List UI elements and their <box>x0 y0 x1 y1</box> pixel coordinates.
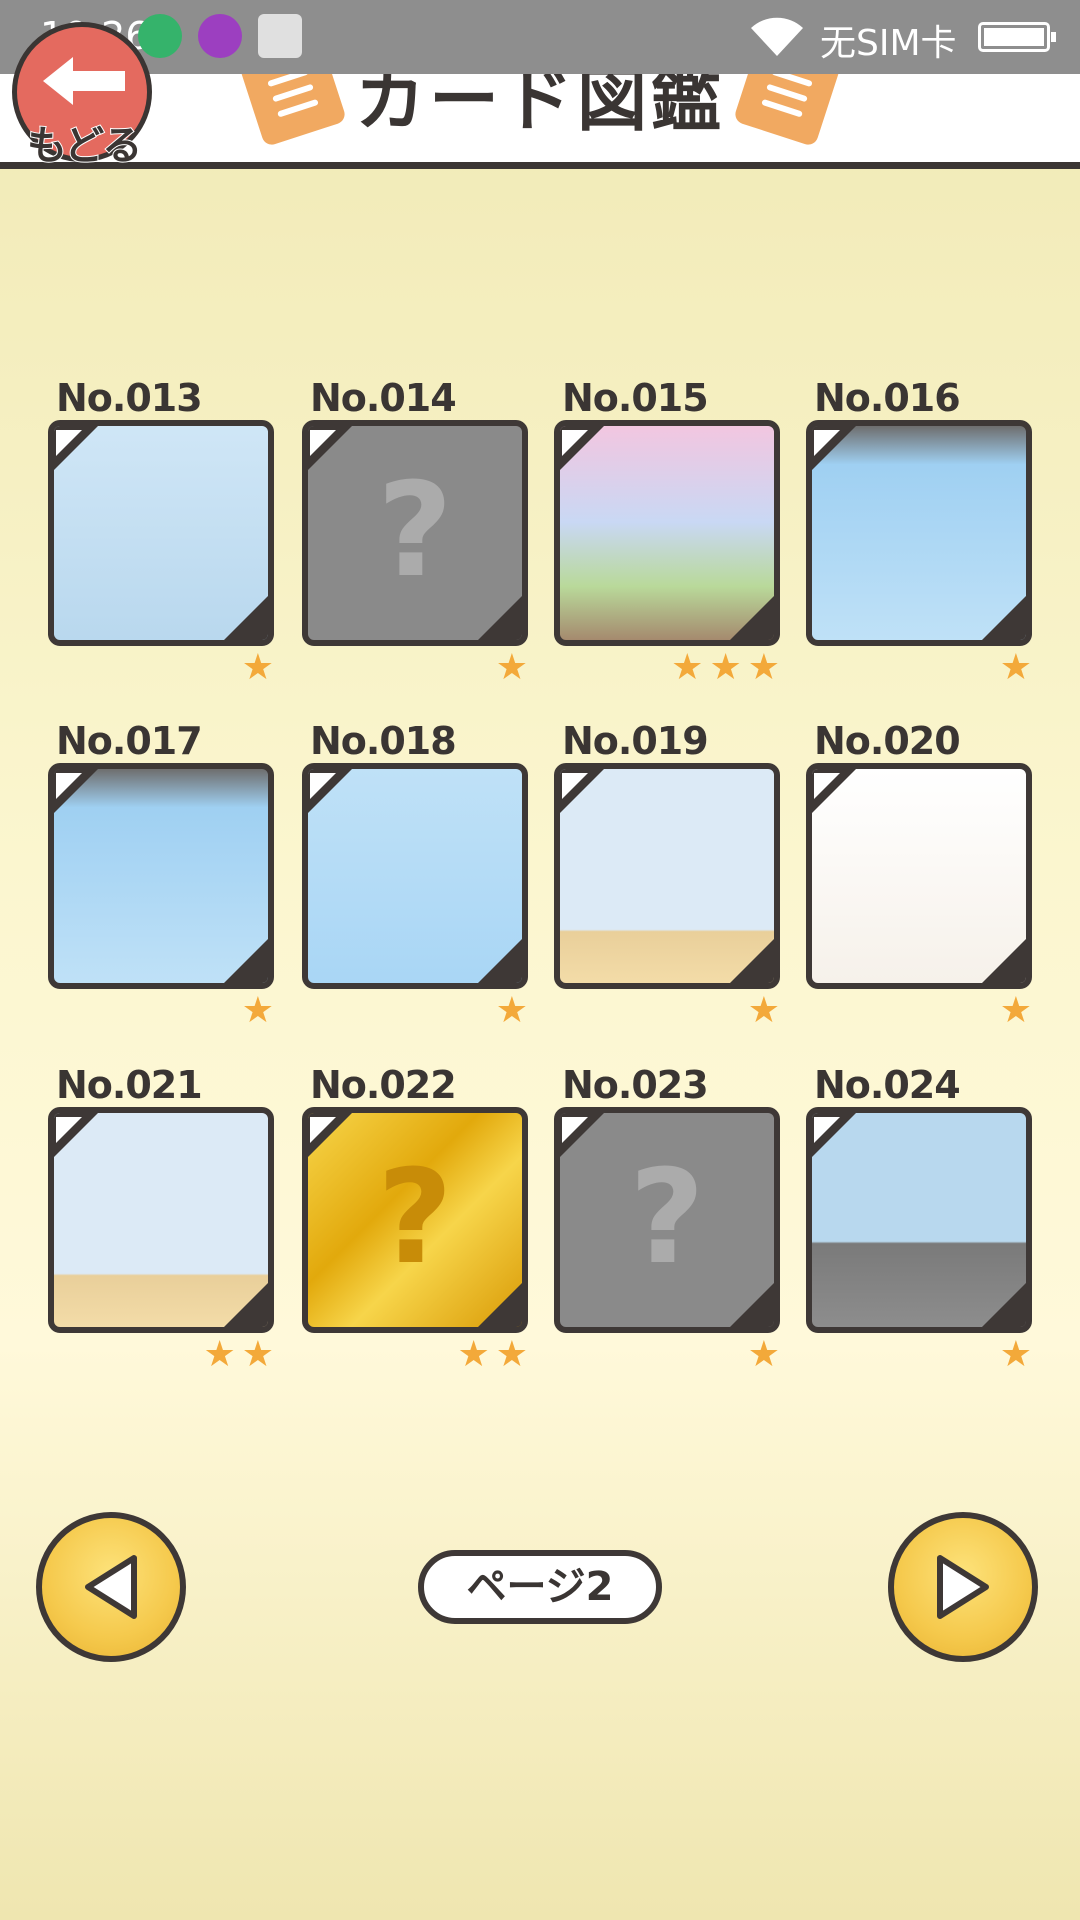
carrier-label: 无SIM卡 <box>820 23 957 64</box>
card-corner-decoration <box>308 1113 352 1157</box>
card-corner-decoration <box>812 769 856 813</box>
star-rating: ★ <box>242 648 274 688</box>
star-icon: ★ <box>203 1334 236 1375</box>
star-icon: ★ <box>241 1334 274 1375</box>
card-number: No.020 <box>814 719 961 763</box>
next-page-button[interactable] <box>888 1512 1038 1662</box>
star-rating: ★ ★ <box>203 1335 274 1375</box>
card-corner-decoration <box>560 426 604 470</box>
card-corner-decoration <box>54 426 98 470</box>
right-triangle-icon <box>937 1555 989 1619</box>
star-icon: ★ <box>999 1334 1032 1375</box>
card-corner-decoration <box>560 769 604 813</box>
card-number: No.022 <box>310 1063 457 1107</box>
left-triangle-icon <box>85 1555 137 1619</box>
card-corner-decoration <box>478 939 522 983</box>
card-corner-decoration <box>224 596 268 640</box>
card-number: No.014 <box>310 376 457 420</box>
card-corner-decoration <box>982 596 1026 640</box>
page-indicator: ページ2 <box>418 1550 662 1624</box>
card-corner-decoration <box>54 769 98 813</box>
star-icon: ★ <box>241 647 274 688</box>
card-corner-decoration <box>224 1283 268 1327</box>
card-corner-decoration <box>224 939 268 983</box>
card-corner-decoration <box>812 1113 856 1157</box>
card-corner-decoration <box>308 426 352 470</box>
card-illustration-rope-on-bridge[interactable] <box>806 1107 1032 1333</box>
card-number: No.018 <box>310 719 457 763</box>
card-corner-decoration <box>812 426 856 470</box>
card-number: No.021 <box>56 1063 203 1107</box>
star-rating: ★ <box>1000 648 1032 688</box>
star-icon: ★ <box>999 647 1032 688</box>
star-icon: ★ <box>241 990 274 1031</box>
star-rating: ★ <box>1000 991 1032 1031</box>
back-arrow-icon <box>43 57 125 105</box>
star-rating: ★ <box>1000 1335 1032 1375</box>
card-number: No.013 <box>56 376 203 420</box>
card-illustration-centaurs[interactable] <box>554 420 780 646</box>
locked-card[interactable]: ? <box>554 1107 780 1333</box>
card-illustration-magnifier-on-bun[interactable] <box>806 763 1032 989</box>
card-number: No.023 <box>562 1063 709 1107</box>
card-number: No.016 <box>814 376 961 420</box>
star-icon: ★ <box>747 990 780 1031</box>
star-rating: ★ ★ <box>457 1335 528 1375</box>
star-icon: ★ <box>495 647 528 688</box>
gold-locked-card[interactable]: ? <box>302 1107 528 1333</box>
card-corner-decoration <box>982 1283 1026 1327</box>
card-corner-decoration <box>478 1283 522 1327</box>
card-corner-decoration <box>308 769 352 813</box>
card-illustration-boy-broken-umbrella-rain[interactable] <box>806 420 1032 646</box>
back-button[interactable]: もどる <box>12 22 152 170</box>
question-mark-icon: ? <box>377 1141 453 1293</box>
star-icon: ★ <box>747 647 780 688</box>
star-rating: ★ <box>748 991 780 1031</box>
card-illustration-boy-angry-red-shirt[interactable] <box>48 1107 274 1333</box>
card-corner-decoration <box>982 939 1026 983</box>
card-illustration-boy-green-umbrella-rainbow[interactable] <box>302 763 528 989</box>
card-illustration-boy-jumping-stairs[interactable] <box>48 420 274 646</box>
locked-card[interactable]: ? <box>302 420 528 646</box>
battery-icon <box>978 22 1056 52</box>
star-rating: ★ <box>242 991 274 1031</box>
card-corner-decoration <box>478 596 522 640</box>
star-rating: ★ <box>748 1335 780 1375</box>
star-icon: ★ <box>457 1334 490 1375</box>
card-corner-decoration <box>730 596 774 640</box>
star-rating: ★ <box>496 648 528 688</box>
card-number: No.019 <box>562 719 709 763</box>
question-mark-icon: ? <box>377 454 453 606</box>
vpn-icon <box>138 14 182 58</box>
card-corner-decoration <box>730 1283 774 1327</box>
back-label: もどる <box>26 122 143 170</box>
star-rating: ★ ★ ★ <box>671 648 780 688</box>
card-illustration-boy-pointed-at[interactable] <box>554 763 780 989</box>
star-icon: ★ <box>999 990 1032 1031</box>
play-store-icon <box>258 14 302 58</box>
status-bar: 10:26 无SIM卡 <box>0 0 1080 74</box>
card-corner-decoration <box>54 1113 98 1157</box>
card-number: No.015 <box>562 376 709 420</box>
star-icon: ★ <box>747 1334 780 1375</box>
star-icon: ★ <box>709 647 742 688</box>
card-corner-decoration <box>730 939 774 983</box>
star-icon: ★ <box>495 990 528 1031</box>
card-number: No.024 <box>814 1063 961 1107</box>
lollipop-icon <box>198 14 242 58</box>
star-icon: ★ <box>671 647 704 688</box>
wifi-icon <box>751 17 803 56</box>
card-illustration-boy-yellow-umbrella-rain[interactable] <box>48 763 274 989</box>
prev-page-button[interactable] <box>36 1512 186 1662</box>
card-corner-decoration <box>560 1113 604 1157</box>
card-number: No.017 <box>56 719 203 763</box>
question-mark-icon: ? <box>629 1141 705 1293</box>
star-icon: ★ <box>495 1334 528 1375</box>
star-rating: ★ <box>496 991 528 1031</box>
